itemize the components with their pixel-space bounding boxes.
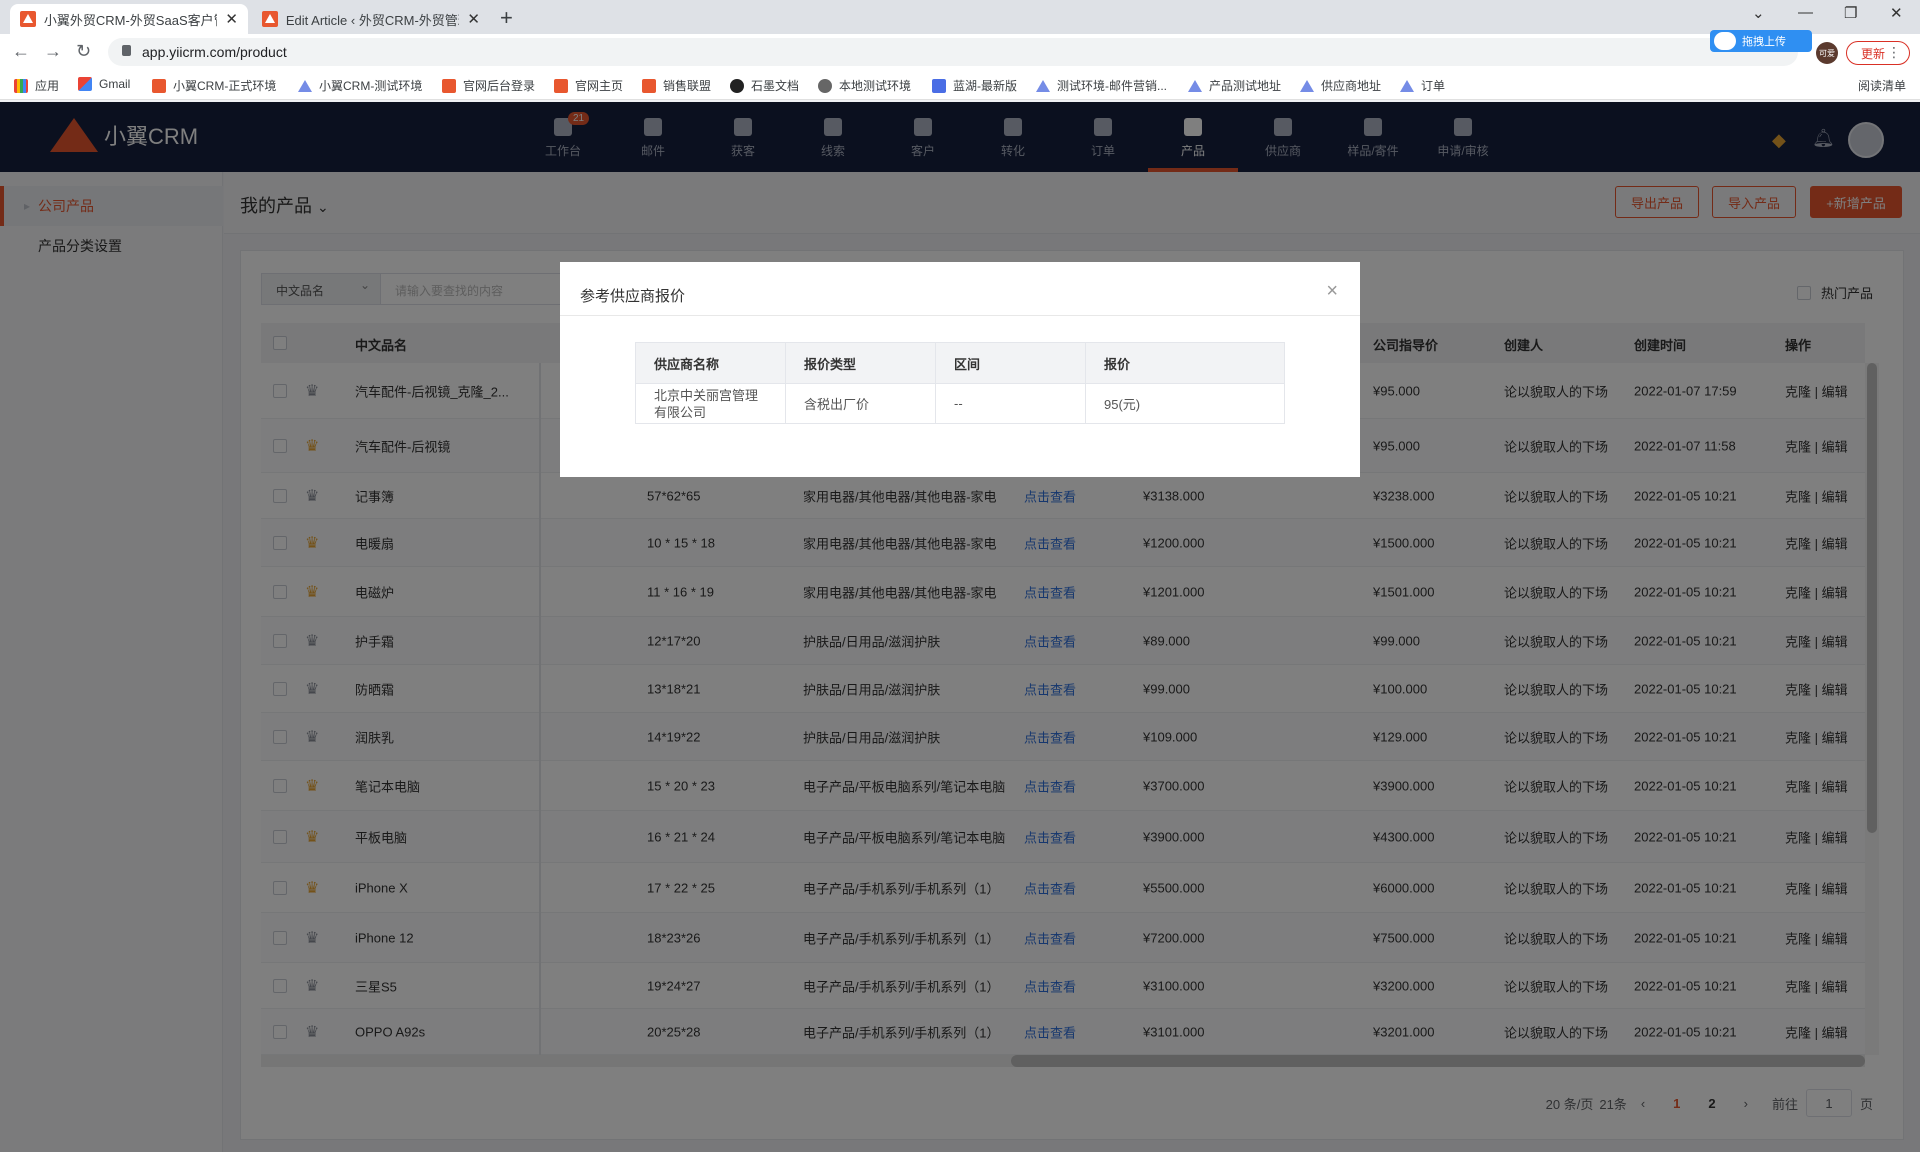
bookmark-local-test[interactable]: 本地测试环境 — [818, 77, 911, 94]
reload-icon[interactable]: ↻ — [76, 41, 91, 62]
bookmark-apps[interactable]: 应用 — [14, 77, 59, 94]
close-tab-icon[interactable]: ✕ — [467, 10, 480, 28]
browser-tab-edit-article[interactable]: Edit Article ‹ 外贸CRM-外贸管理 ✕ — [252, 4, 490, 34]
globe-icon — [818, 78, 832, 93]
reading-list[interactable]: 阅读清单 — [1858, 77, 1906, 94]
crm-icon — [554, 78, 568, 93]
crm-favicon-icon — [20, 11, 36, 27]
close-icon[interactable]: × — [1326, 280, 1338, 303]
lanhu-icon — [932, 78, 946, 93]
tab-title: 小翼外贸CRM-外贸SaaS客户管理 — [43, 12, 218, 28]
quote-value: 95(元) — [1086, 383, 1284, 423]
bookmark-sales-alliance[interactable]: 销售联盟 — [642, 77, 711, 94]
triangle-icon — [1400, 79, 1414, 92]
bookmark-crm-prod[interactable]: 小翼CRM-正式环境 — [152, 77, 276, 94]
quote-table: 供应商名称 报价类型 区间 报价 北京中关丽宫管理有限公司 含税出厂价 -- 9… — [635, 342, 1285, 424]
dialog-title: 参考供应商报价 — [580, 288, 686, 305]
forward-icon[interactable]: → — [44, 41, 62, 62]
shimo-icon — [730, 78, 744, 93]
apps-grid-icon — [14, 78, 28, 93]
quote-row: 北京中关丽宫管理有限公司 含税出厂价 -- 95(元) — [636, 383, 1284, 423]
supplier-quote-dialog: 参考供应商报价 × 供应商名称 报价类型 区间 报价 北京中关丽宫管理有限公司 … — [560, 262, 1360, 477]
col-range: 区间 — [936, 343, 1086, 383]
bookmark-email-marketing[interactable]: 测试环境-邮件营销... — [1036, 77, 1167, 94]
bookmark-admin-login[interactable]: 官网后台登录 — [442, 77, 535, 94]
profile-avatar[interactable]: 可爱 — [1816, 42, 1838, 64]
bookmark-orders[interactable]: 订单 — [1400, 77, 1445, 94]
tab-title: Edit Article ‹ 外贸CRM-外贸管理 — [285, 12, 460, 28]
triangle-icon — [1188, 79, 1202, 92]
bookmark-shimo[interactable]: 石墨文档 — [730, 77, 799, 94]
bookmark-gmail[interactable]: Gmail — [78, 77, 130, 91]
menu-dots-icon[interactable]: ⋮ — [1887, 44, 1901, 61]
browser-tabbar: 小翼外贸CRM-外贸SaaS客户管理 ✕ Edit Article ‹ 外贸CR… — [0, 0, 1920, 34]
update-label: 更新 — [1861, 46, 1886, 61]
crm-icon — [442, 78, 456, 93]
crm-icon — [642, 78, 656, 93]
quote-range: -- — [936, 383, 1086, 423]
new-tab-icon[interactable]: + — [500, 5, 513, 31]
url-text: app.yiicrm.com/product — [142, 44, 287, 60]
browser-toolbar: ← → ↻ app.yiicrm.com/product — [0, 34, 1920, 70]
bookmark-product-test[interactable]: 产品测试地址 — [1188, 77, 1281, 94]
triangle-icon — [1036, 79, 1050, 92]
col-supplier-name: 供应商名称 — [636, 343, 786, 383]
quote-type: 含税出厂价 — [786, 383, 936, 423]
supplier-name: 北京中关丽宫管理有限公司 — [636, 383, 786, 423]
modal-overlay[interactable] — [0, 102, 1920, 1152]
quote-table-header: 供应商名称 报价类型 区间 报价 — [636, 343, 1284, 383]
address-bar[interactable]: app.yiicrm.com/product — [108, 38, 1798, 66]
triangle-icon — [1300, 79, 1314, 92]
triangle-icon — [298, 79, 312, 92]
bookmark-crm-test[interactable]: 小翼CRM-测试环境 — [298, 77, 422, 94]
crm-favicon-icon — [262, 11, 278, 27]
bookmarks-bar: 应用 Gmail 小翼CRM-正式环境 小翼CRM-测试环境 官网后台登录 官网… — [0, 70, 1920, 100]
gmail-icon — [78, 77, 92, 91]
drag-upload-button[interactable]: 拖拽上传 — [1710, 30, 1812, 52]
tab-search-icon[interactable]: ⌄ — [1752, 4, 1765, 22]
close-tab-icon[interactable]: ✕ — [225, 10, 238, 28]
update-button[interactable]: 更新 ⋮ — [1846, 41, 1910, 65]
browser-tab-crm[interactable]: 小翼外贸CRM-外贸SaaS客户管理 ✕ — [10, 4, 248, 34]
restore-icon[interactable]: ❐ — [1844, 4, 1857, 22]
bookmark-homepage[interactable]: 官网主页 — [554, 77, 623, 94]
lock-icon — [122, 45, 131, 56]
minimize-icon[interactable]: — — [1798, 4, 1813, 21]
bookmark-supplier[interactable]: 供应商地址 — [1300, 77, 1381, 94]
dialog-header: 参考供应商报价 × — [560, 262, 1360, 316]
crm-icon — [152, 78, 166, 93]
col-quote-type: 报价类型 — [786, 343, 936, 383]
close-window-icon[interactable]: ✕ — [1890, 4, 1903, 22]
back-icon[interactable]: ← — [12, 41, 30, 62]
bookmark-lanhu[interactable]: 蓝湖-最新版 — [932, 77, 1017, 94]
col-quote: 报价 — [1104, 356, 1131, 372]
